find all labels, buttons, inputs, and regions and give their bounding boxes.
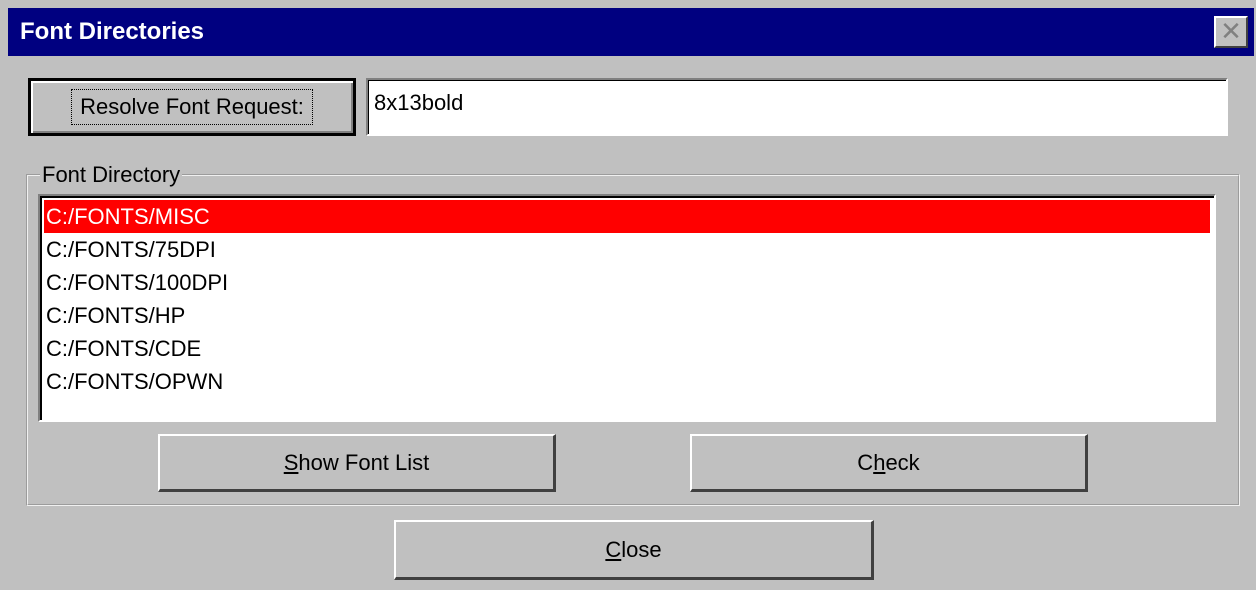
resolve-font-request-button[interactable]: Resolve Font Request: — [28, 78, 356, 136]
close-button[interactable]: Close — [394, 520, 874, 580]
list-item[interactable]: C:/FONTS/OPWN — [44, 365, 1210, 398]
font-directory-group-label: Font Directory — [40, 162, 183, 188]
list-item[interactable]: C:/FONTS/MISC — [44, 200, 1210, 233]
font-directory-list[interactable]: C:/FONTS/MISC C:/FONTS/75DPI C:/FONTS/10… — [38, 194, 1216, 422]
window-title: Font Directories — [20, 18, 205, 45]
show-font-list-label: Show Font List — [283, 449, 430, 475]
check-label: Check — [857, 449, 920, 475]
list-item[interactable]: C:/FONTS/HP — [44, 299, 1210, 332]
list-item[interactable]: C:/FONTS/100DPI — [44, 266, 1210, 299]
close-label: Close — [605, 536, 662, 562]
list-item[interactable]: C:/FONTS/CDE — [44, 332, 1210, 365]
title-bar[interactable]: Font Directories ✕ — [8, 8, 1254, 56]
check-button[interactable]: Check — [690, 434, 1088, 492]
close-icon[interactable]: ✕ — [1214, 16, 1248, 48]
resolve-button-label: Resolve Font Request: — [71, 89, 313, 125]
show-font-list-button[interactable]: Show Font List — [158, 434, 556, 492]
list-item[interactable]: C:/FONTS/75DPI — [44, 233, 1210, 266]
font-request-input[interactable]: 8x13bold — [366, 78, 1228, 136]
font-directories-dialog: Font Directories ✕ Resolve Font Request:… — [0, 0, 1256, 590]
